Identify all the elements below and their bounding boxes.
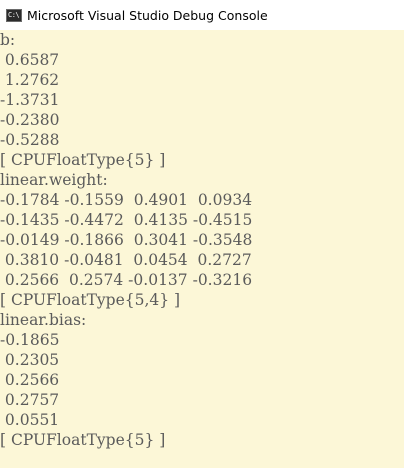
console-line: [ CPUFloatType{5,4} ]: [0, 291, 181, 309]
console-line: 0.2566: [0, 371, 60, 389]
console-line: 0.3810 -0.0481 0.0454 0.2727: [0, 251, 252, 269]
console-line: -0.2380: [0, 111, 60, 129]
console-output[interactable]: b: 0.6587 1.2762 -1.3731 -0.2380 -0.5288…: [0, 30, 404, 468]
console-line: b:: [0, 31, 16, 49]
console-line: [ CPUFloatType{5} ]: [0, 151, 166, 169]
console-line: -0.1865: [0, 331, 60, 349]
console-line: 0.2757: [0, 391, 60, 409]
console-app-icon-text: C:\: [8, 10, 20, 19]
console-app-icon: C:\: [6, 8, 22, 22]
console-line: -0.1784 -0.1559 0.4901 0.0934: [0, 191, 253, 209]
console-line: -0.0149 -0.1866 0.3041 -0.3548: [0, 231, 253, 249]
title-bar[interactable]: C:\ Microsoft Visual Studio Debug Consol…: [0, 0, 404, 30]
console-line: -0.1435 -0.4472 0.4135 -0.4515: [0, 211, 253, 229]
console-line: 1.2762: [0, 71, 60, 89]
console-line: 0.0551: [0, 411, 60, 429]
console-line: linear.bias:: [0, 311, 87, 329]
console-line: -0.5288: [0, 131, 60, 149]
console-line: linear.weight:: [0, 171, 108, 189]
console-line: 0.2566 0.2574 -0.0137 -0.3216: [0, 271, 253, 289]
debug-console-window: C:\ Microsoft Visual Studio Debug Consol…: [0, 0, 404, 468]
console-line: 0.6587: [0, 51, 60, 69]
console-line: -1.3731: [0, 91, 60, 109]
console-line: [ CPUFloatType{5} ]: [0, 431, 166, 449]
window-title: Microsoft Visual Studio Debug Console: [27, 7, 268, 23]
console-line: 0.2305: [0, 351, 60, 369]
